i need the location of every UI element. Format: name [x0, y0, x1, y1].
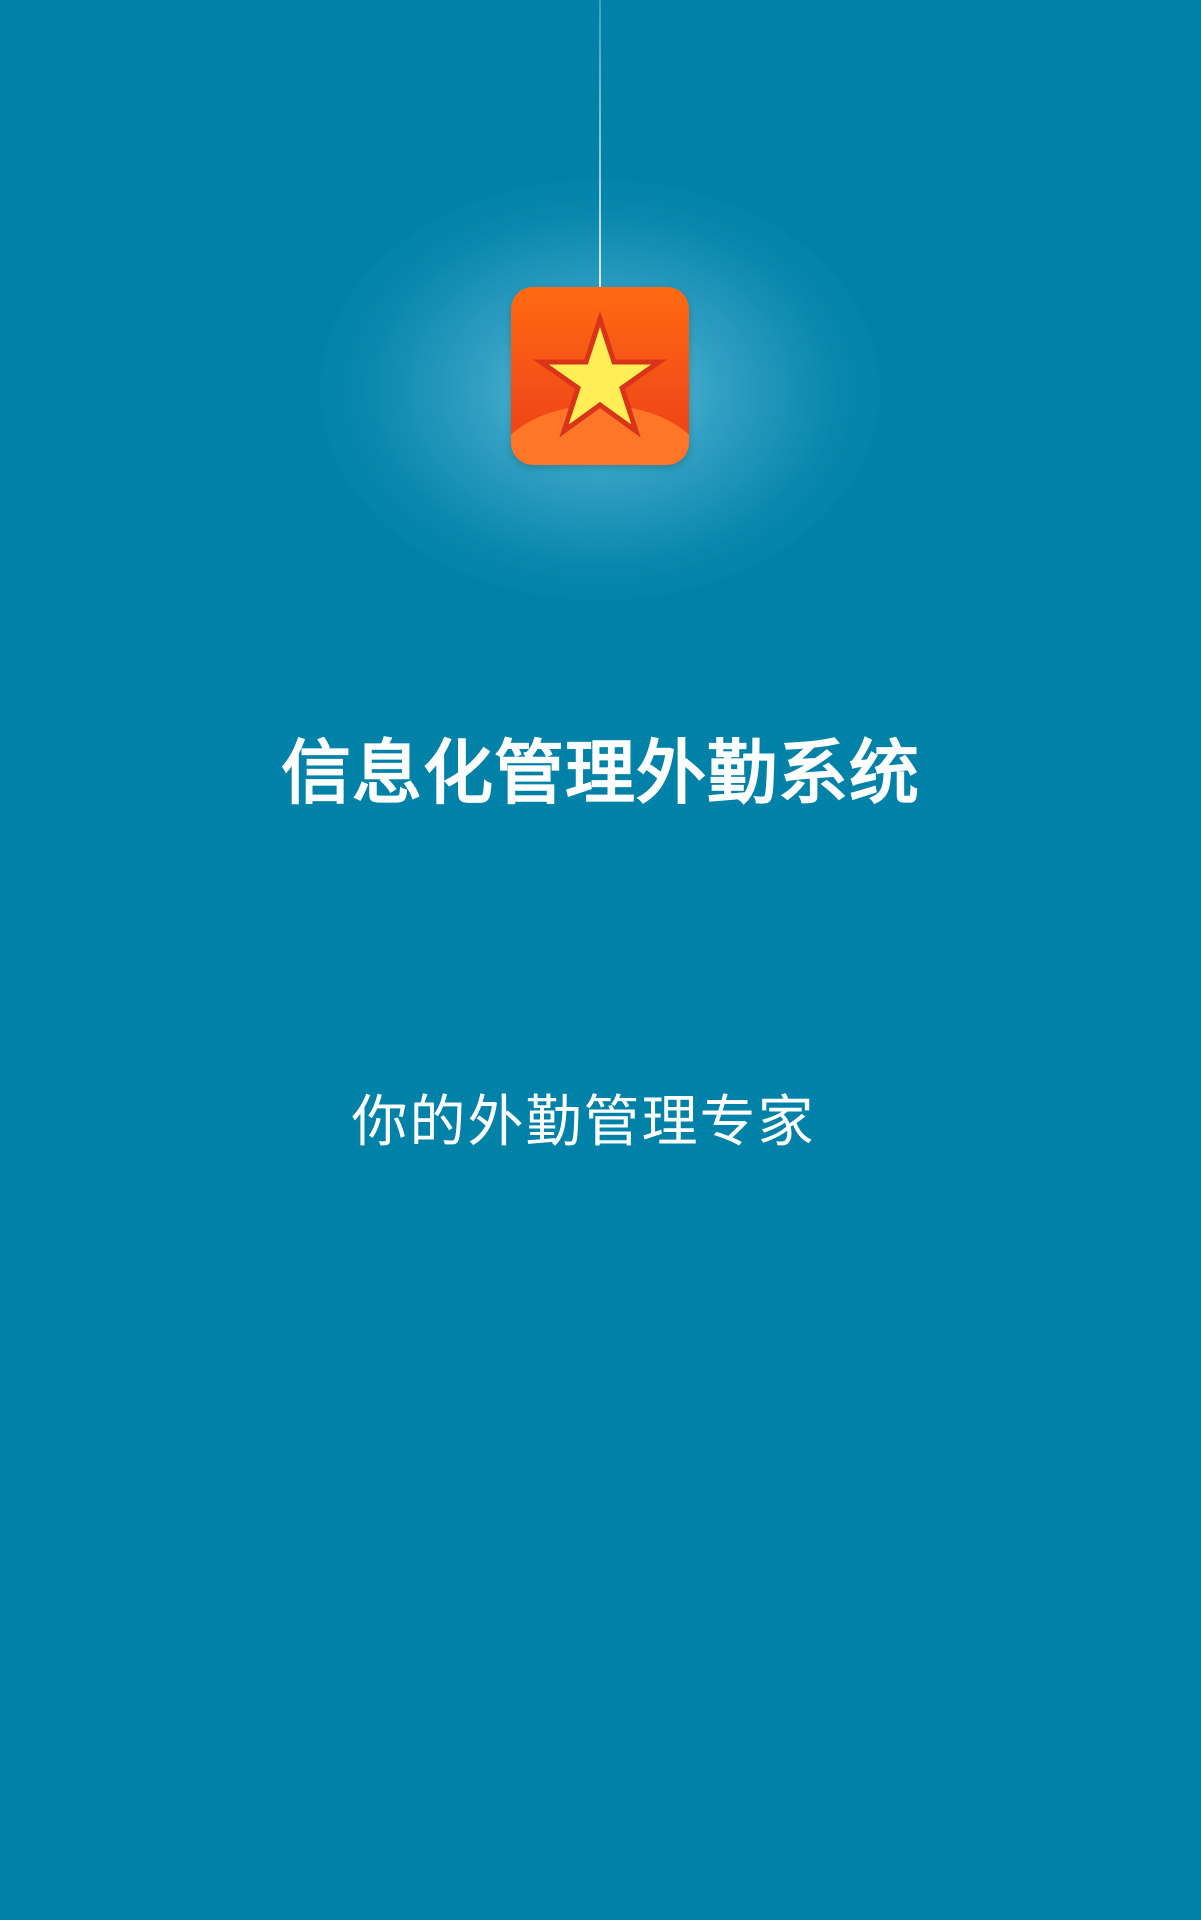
app-title: 信息化管理外勤系统 — [281, 732, 920, 814]
star-icon — [533, 310, 667, 438]
app-slogan: 你的外勤管理专家 — [351, 1090, 816, 1155]
splash-screen: 信息化管理外勤系统 你的外勤管理专家 — [0, 0, 1201, 1920]
hanging-string — [599, 0, 601, 290]
app-logo — [511, 287, 689, 465]
